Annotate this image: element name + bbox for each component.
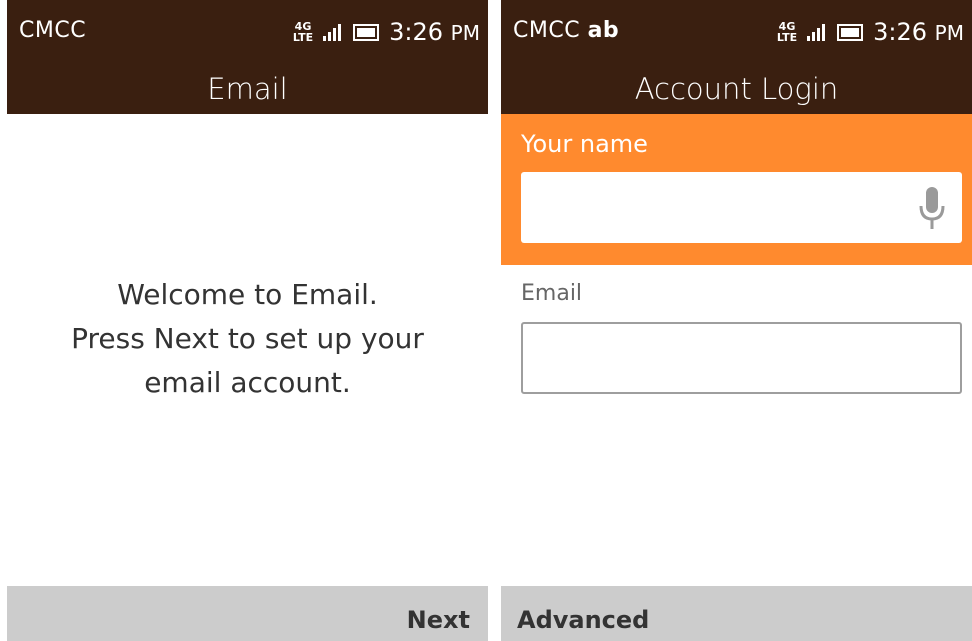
welcome-line: Press Next to set up your [71,322,424,355]
welcome-line: Welcome to Email. [117,278,378,311]
battery-icon [353,23,380,41]
input-mode-indicator: ab [587,18,620,43]
email-welcome-screen: CMCC 4G LTE 3:26 PM Email Welcome to Ema… [7,0,488,641]
network-type-icon: 4G LTE [292,20,314,44]
clock: 3:26 PM [389,18,480,46]
battery-icon [837,23,864,41]
email-input[interactable] [521,322,962,394]
name-label: Your name [521,130,648,158]
status-indicators: 4G LTE 3:26 PM [293,14,480,50]
account-login-screen: CMCC ab 4G LTE 3:26 PM Account Login You… [501,0,972,641]
page-title: Email [7,65,488,114]
status-indicators: 4G LTE 3:26 PM [777,14,964,50]
name-input[interactable] [521,172,962,243]
network-type-icon: 4G LTE [776,20,798,44]
welcome-line: email account. [144,366,351,399]
advanced-button[interactable]: Advanced [517,586,649,641]
microphone-icon[interactable] [918,186,946,230]
status-bar: CMCC 4G LTE 3:26 PM [7,0,488,65]
page-title: Account Login [501,65,972,114]
signal-bars-icon [807,23,827,41]
next-button[interactable]: Next [407,586,470,641]
clock: 3:26 PM [873,18,964,46]
name-field-group: Your name [501,114,972,265]
softkey-bar: Next [7,586,488,641]
carrier-name: CMCC [19,18,87,43]
welcome-message: Welcome to Email. Press Next to set up y… [7,273,488,405]
email-label: Email [521,281,583,306]
softkey-bar: Advanced [501,586,972,641]
status-bar: CMCC ab 4G LTE 3:26 PM [501,0,972,65]
carrier-name: CMCC ab [513,18,620,43]
signal-bars-icon [323,23,343,41]
